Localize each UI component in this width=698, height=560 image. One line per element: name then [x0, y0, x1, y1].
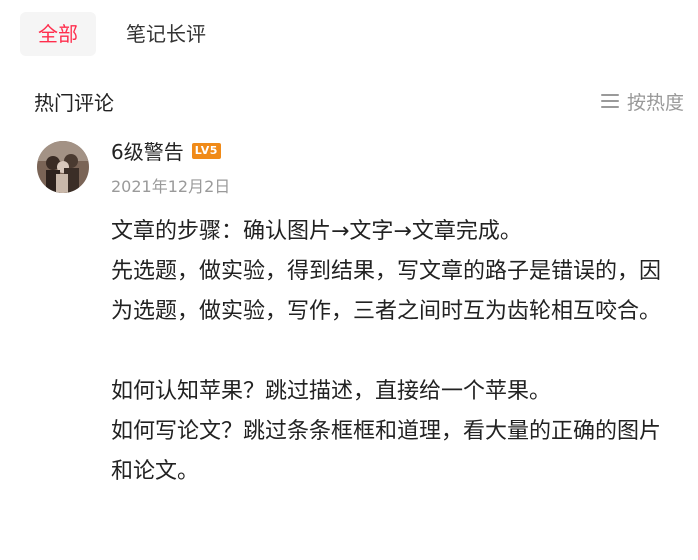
comment-body: 文章的步骤：确认图片→文字→文章完成。 先选题，做实验，得到结果，写文章的路子是…: [111, 212, 671, 492]
comment-paragraph: 如何写论文？跳过条条框框和道理，看大量的正确的图片和论文。: [111, 419, 662, 484]
section-title: 热门评论: [34, 90, 114, 115]
comments-header: 热门评论 按热度: [34, 86, 684, 116]
comment-paragraph: 如何认知苹果？跳过描述，直接给一个苹果。: [111, 379, 552, 404]
sort-icon: [600, 94, 619, 108]
sort-label: 按热度: [626, 91, 684, 114]
tab-notes-long-review[interactable]: 笔记长评: [108, 12, 224, 56]
avatar[interactable]: [37, 141, 89, 193]
comment-user-row: 6级警告 LV5: [111, 136, 221, 165]
comment-paragraph: 先选题，做实验，得到结果，写文章的路子是错误的，因为选题，做实验，写作，三者之间…: [111, 259, 662, 324]
comment-date: 2021年12月2日: [111, 177, 231, 196]
level-badge: LV5: [191, 142, 221, 159]
username[interactable]: 6级警告: [111, 136, 184, 165]
filter-tabs: 全部 笔记长评: [20, 12, 224, 56]
sort-button[interactable]: 按热度: [600, 88, 684, 115]
tab-all[interactable]: 全部: [20, 12, 96, 56]
comment-paragraph: 文章的步骤：确认图片→文字→文章完成。: [111, 219, 522, 244]
